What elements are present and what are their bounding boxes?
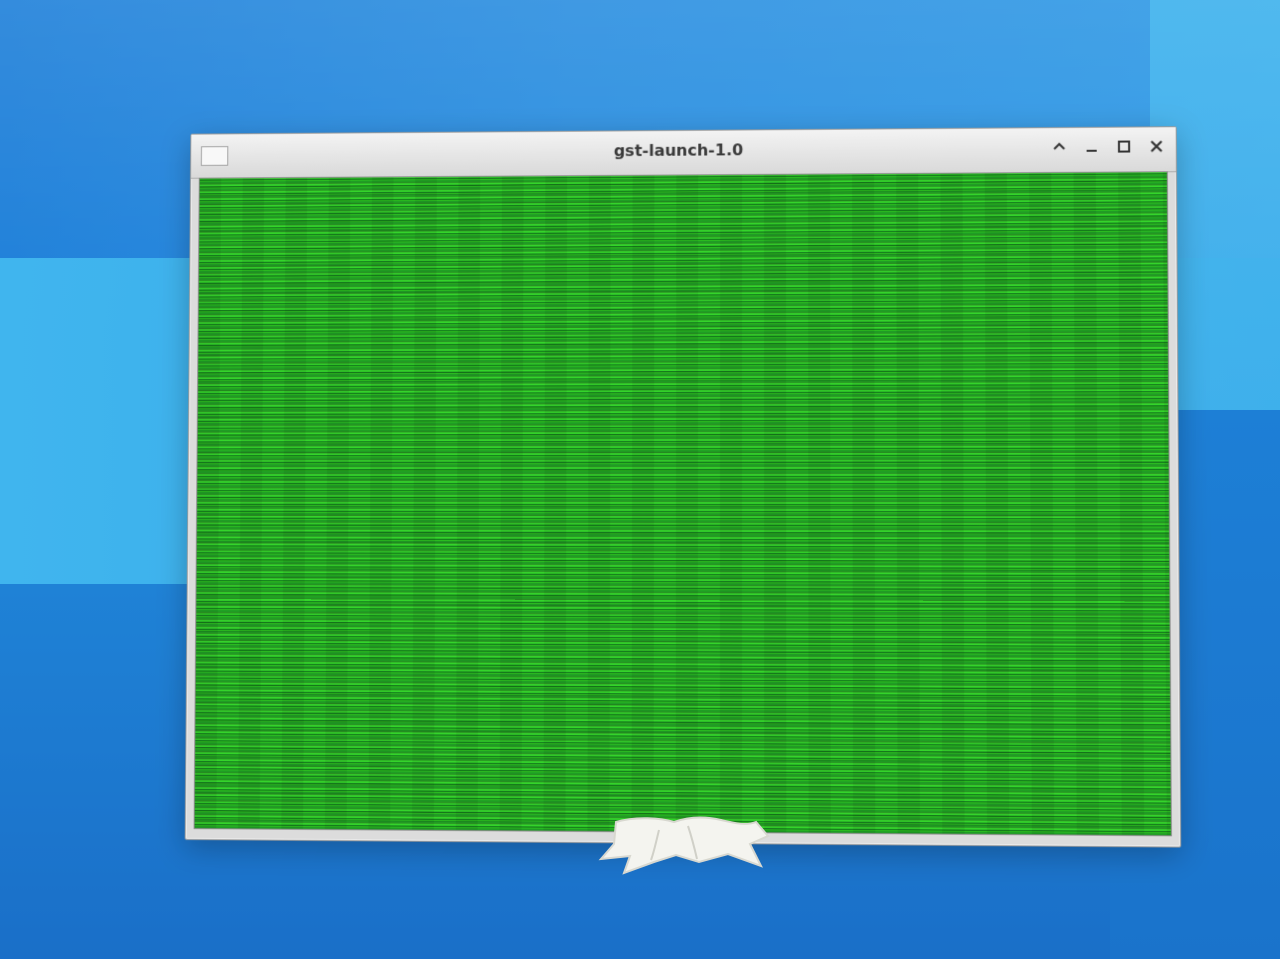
window-controls	[1050, 137, 1166, 156]
gst-launch-window[interactable]: gst-launch-1.0	[184, 126, 1182, 848]
minimize-icon[interactable]	[1082, 138, 1100, 156]
close-icon[interactable]	[1147, 137, 1165, 155]
video-scanline-layer	[194, 172, 1171, 836]
window-title: gst-launch-1.0	[613, 140, 744, 161]
video-output-area[interactable]	[193, 171, 1172, 837]
window-titlebar[interactable]: gst-launch-1.0	[191, 127, 1176, 179]
maximize-icon[interactable]	[1115, 138, 1133, 156]
bottom-white-artifact	[598, 816, 770, 875]
chevron-up-icon[interactable]	[1050, 138, 1068, 156]
